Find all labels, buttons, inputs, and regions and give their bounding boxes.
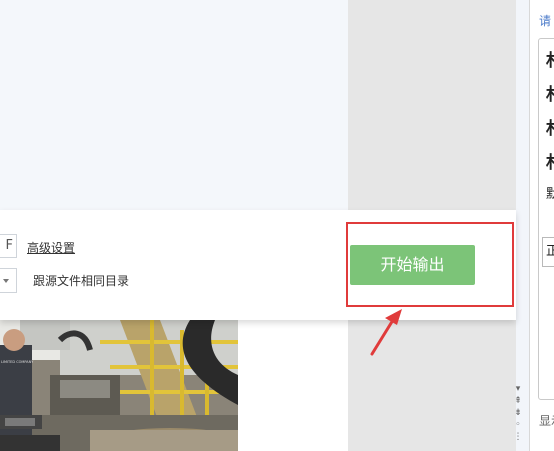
arrow-annotation-icon [370, 309, 402, 356]
chevron-down-icon [3, 279, 9, 283]
start-output-button[interactable]: 开始输出 [350, 245, 475, 285]
prompt-text: 请 [539, 14, 552, 28]
scroll-controls: ▾ ⇞ ⇟ ◦ ⋮ [511, 383, 525, 451]
output-dir-label: 跟源文件相同目录 [33, 274, 130, 288]
nameplate-text: LIMITED COMPANY [1, 360, 34, 364]
scroll-bottom-icon[interactable]: ⇟ [511, 407, 525, 419]
show-label: 显示 [539, 414, 554, 428]
option-label: 默 [546, 183, 554, 202]
more-icon[interactable]: ⋮ [511, 431, 525, 443]
scroll-top-icon[interactable]: ⇞ [511, 395, 525, 407]
background-pane [238, 320, 348, 451]
circle-icon[interactable]: ◦ [511, 419, 525, 431]
document-preview-photo: LIMITED COMPANY [0, 320, 238, 451]
format-select[interactable]: F [0, 234, 17, 258]
output-dir-dropdown[interactable] [0, 268, 17, 293]
list-item[interactable]: 札 [546, 46, 554, 71]
advanced-settings-link[interactable]: 高级设置 [27, 239, 75, 256]
list-item[interactable]: 札 [546, 148, 554, 173]
right-settings-panel: 请 札 札 札 札 默 正 显示 [529, 0, 554, 451]
output-settings-panel: F 高级设置 跟源文件相同目录 开始输出 [0, 210, 516, 320]
option-input[interactable]: 正 [542, 237, 554, 267]
scroll-down-arrow-icon[interactable]: ▾ [511, 383, 525, 395]
list-item[interactable]: 札 [546, 114, 554, 139]
list-item[interactable]: 札 [546, 80, 554, 105]
